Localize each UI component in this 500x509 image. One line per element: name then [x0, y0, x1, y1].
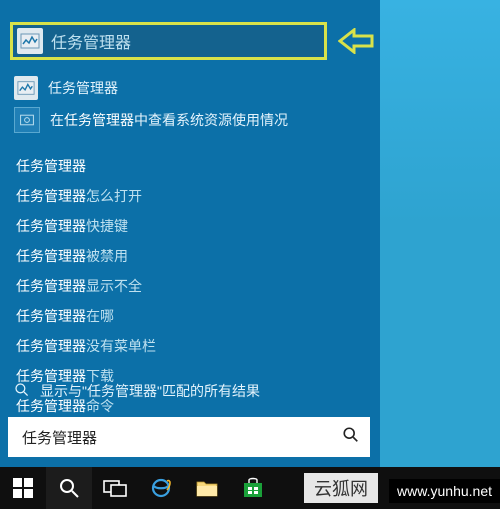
search-input-text: 任务管理器	[22, 427, 97, 448]
annotation-arrow-left-icon	[338, 28, 374, 54]
search-suggestion[interactable]: 任务管理器显示不全	[16, 276, 156, 296]
show-all-web-results[interactable]: 显示与"任务管理器"匹配的所有结果	[14, 381, 260, 401]
start-button[interactable]	[0, 467, 46, 509]
search-suggestion[interactable]: 任务管理器	[16, 156, 156, 176]
taskbar-search-button[interactable]	[46, 467, 92, 509]
watermark-site-name: 云狐网	[304, 473, 378, 503]
result-app-task-manager[interactable]: 任务管理器	[14, 74, 118, 102]
search-icon	[14, 382, 40, 401]
result-label: 在任务管理器中查看系统资源使用情况	[50, 110, 288, 130]
search-panel: 任务管理器 任务管理器 在任务管理器中查看系统资源使用情况 任务管理器 任务管理…	[0, 0, 380, 467]
task-manager-icon	[17, 28, 43, 54]
search-suggestion[interactable]: 任务管理器快捷键	[16, 216, 156, 236]
desktop-background	[380, 0, 500, 467]
search-input[interactable]: 任务管理器	[8, 417, 370, 457]
search-suggestion[interactable]: 任务管理器在哪	[16, 306, 156, 326]
watermark-url: www.yunhu.net	[389, 479, 500, 503]
search-suggestion[interactable]: 任务管理器被禁用	[16, 246, 156, 266]
search-icon	[342, 426, 360, 449]
search-suggestion[interactable]: 任务管理器没有菜单栏	[16, 336, 156, 356]
settings-icon	[14, 107, 40, 133]
taskbar-ie-button[interactable]	[138, 467, 184, 509]
result-setting-resources[interactable]: 在任务管理器中查看系统资源使用情况	[14, 106, 288, 134]
search-suggestion[interactable]: 任务管理器怎么打开	[16, 186, 156, 206]
top-result-label: 任务管理器	[51, 29, 131, 53]
taskbar-file-explorer-button[interactable]	[184, 467, 230, 509]
taskbar-task-view-button[interactable]	[92, 467, 138, 509]
top-result-task-manager[interactable]: 任务管理器	[10, 22, 327, 60]
result-label: 任务管理器	[48, 78, 118, 98]
task-manager-icon	[14, 76, 38, 100]
taskbar-store-button[interactable]	[230, 467, 276, 509]
web-results-label: 显示与"任务管理器"匹配的所有结果	[40, 381, 260, 401]
